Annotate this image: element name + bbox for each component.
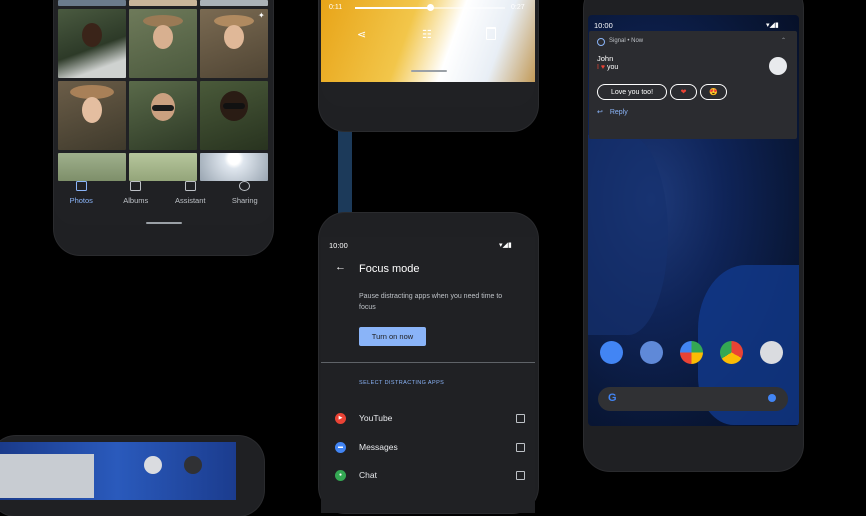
- tab-label: Photos: [69, 196, 93, 205]
- tab-sharing[interactable]: Sharing: [219, 181, 271, 221]
- photo-tile[interactable]: [129, 153, 197, 181]
- google-search-bar[interactable]: G: [598, 387, 788, 411]
- photo-grid-main: ✦: [58, 9, 268, 181]
- status-time: 10:00: [594, 21, 613, 30]
- home-indicator[interactable]: [411, 70, 447, 72]
- app-checkbox[interactable]: [516, 442, 525, 452]
- adjust-icon[interactable]: ☷: [422, 28, 432, 41]
- camera-icon[interactable]: [760, 341, 783, 364]
- seek-bar[interactable]: [355, 4, 505, 11]
- chevron-up-icon[interactable]: ⌃: [781, 37, 786, 44]
- smart-reply-chip[interactable]: ❤: [670, 84, 697, 100]
- chrome-icon[interactable]: [720, 341, 743, 364]
- google-logo: G: [608, 392, 617, 404]
- photo-tile[interactable]: ✦: [200, 9, 268, 78]
- home-phone: 10:00 ▾◢▮ Signal • Now ⌃ John I ♥ you Lo…: [584, 0, 803, 471]
- tab-label: Sharing: [231, 196, 258, 205]
- photo-icon: [75, 181, 87, 191]
- avatar: [769, 57, 787, 75]
- page-title: Focus mode: [359, 263, 420, 275]
- video-screen: 0:11 0:27 ⋖ ☷: [321, 0, 535, 107]
- tab-albums[interactable]: Albums: [110, 181, 162, 221]
- home-indicator[interactable]: [146, 222, 182, 224]
- seek-thumb[interactable]: [427, 4, 434, 11]
- app-name: Chat: [359, 470, 377, 480]
- smart-reply-chip[interactable]: Love you too!: [597, 84, 667, 100]
- divider: [321, 362, 535, 363]
- video-phone: 0:11 0:27 ⋖ ☷: [319, 0, 538, 131]
- photos-bottom-nav: Photos Albums Assistant Sharing: [54, 181, 272, 221]
- messages-icon: ▬: [335, 441, 346, 453]
- sparkle-icon: ✦: [258, 11, 265, 20]
- app-checkbox[interactable]: [516, 470, 525, 480]
- reply-icon: ↩: [597, 109, 603, 116]
- app-checkbox[interactable]: [516, 413, 525, 423]
- assistant-icon: [184, 181, 196, 191]
- section-header: SELECT DISTRACTING APPS: [359, 380, 445, 386]
- focus-screen: 10:00 ▾◢▮ ← Focus mode Pause distracting…: [321, 237, 535, 513]
- seek-bar-fill: [355, 7, 430, 9]
- focus-description: Pause distracting apps when you need tim…: [359, 293, 503, 311]
- photo-tile[interactable]: [58, 153, 126, 181]
- status-icons: ▾◢▮: [499, 242, 512, 249]
- photo-tile[interactable]: [129, 0, 197, 6]
- status-icons: ▾◢▮: [766, 22, 779, 29]
- assistant-mic-icon[interactable]: [768, 394, 776, 402]
- message-text: you: [607, 64, 619, 71]
- reply-label: Reply: [609, 109, 628, 116]
- photo-tile[interactable]: [200, 81, 268, 150]
- sender-name: John: [597, 54, 614, 63]
- focus-phone: 10:00 ▾◢▮ ← Focus mode Pause distracting…: [319, 213, 538, 513]
- photo-tile[interactable]: [58, 81, 126, 150]
- smart-reply-chip[interactable]: 😍: [700, 84, 727, 100]
- back-arrow-icon[interactable]: ←: [335, 261, 346, 273]
- app-row-chat[interactable]: ● Chat: [335, 465, 525, 485]
- photo-tile[interactable]: [58, 0, 126, 6]
- delete-icon[interactable]: [486, 27, 496, 40]
- phone-icon[interactable]: [600, 341, 623, 364]
- photo-tile[interactable]: [58, 9, 126, 78]
- connector-strip: [338, 130, 352, 214]
- elapsed-time: 0:11: [329, 4, 343, 11]
- sharing-icon: [239, 181, 251, 191]
- youtube-icon: ▶: [335, 412, 346, 424]
- bottom-phone: [0, 436, 264, 516]
- tab-label: Assistant: [175, 196, 206, 205]
- photos-screen: ✦ Photos Albums Assistant Sharing: [54, 0, 273, 225]
- app-row-youtube[interactable]: ▶ YouTube: [335, 408, 525, 428]
- turn-on-now-button[interactable]: Turn on now: [359, 327, 426, 346]
- photo-tile[interactable]: [200, 153, 268, 181]
- reply-action[interactable]: ↩ Reply: [597, 108, 628, 116]
- photo-tile[interactable]: [129, 81, 197, 150]
- app-name: Messages: [359, 442, 398, 452]
- tab-photos[interactable]: Photos: [55, 181, 107, 221]
- tab-label: Albums: [123, 196, 149, 205]
- tab-assistant[interactable]: Assistant: [164, 181, 216, 221]
- duration-time: 0:27: [511, 4, 525, 11]
- app-name: YouTube: [359, 413, 393, 423]
- chat-icon: ●: [335, 469, 346, 481]
- thumbnail-strip: [0, 454, 94, 498]
- signal-notification[interactable]: Signal • Now ⌃ John I ♥ you Love you too…: [589, 31, 797, 139]
- messages-icon[interactable]: [640, 341, 663, 364]
- wallpaper-shape: [588, 135, 668, 335]
- notification-app-time: Signal • Now: [609, 38, 644, 44]
- photo-grid: [58, 0, 268, 6]
- notification-message: I ♥ you: [597, 64, 618, 71]
- home-screen: 10:00 ▾◢▮ Signal • Now ⌃ John I ♥ you Lo…: [588, 15, 799, 426]
- share-icon[interactable]: ⋖: [357, 28, 366, 41]
- app-row-messages[interactable]: ▬ Messages: [335, 437, 525, 457]
- signal-icon: [597, 38, 605, 46]
- status-time: 10:00: [329, 241, 348, 250]
- albums-icon: [130, 181, 142, 191]
- heart-icon: I ♥: [597, 64, 606, 71]
- photo-tile[interactable]: [129, 9, 197, 78]
- bottom-screen: [0, 442, 236, 500]
- play-store-icon[interactable]: [680, 341, 703, 364]
- photo-tile[interactable]: [200, 0, 268, 6]
- assistant-icon[interactable]: [184, 456, 202, 474]
- photos-phone: ✦ Photos Albums Assistant Sharing: [54, 0, 273, 255]
- camera-icon[interactable]: [144, 456, 162, 474]
